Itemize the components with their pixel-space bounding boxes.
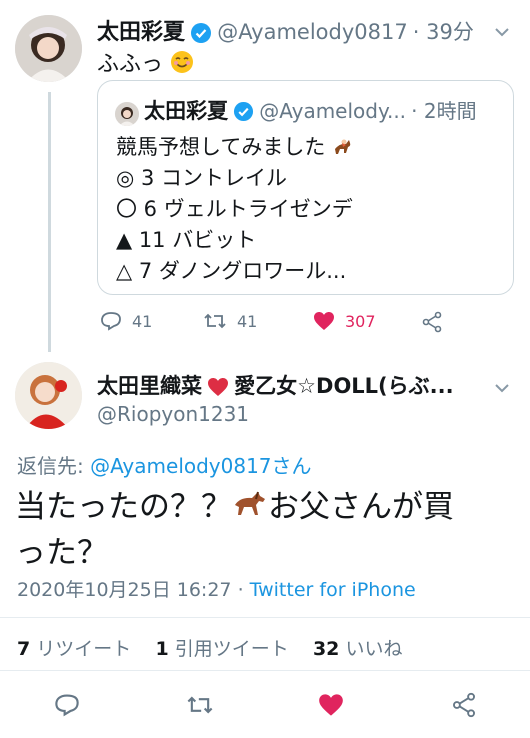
- heart-filled-icon: [314, 312, 334, 330]
- avatar-riopyon[interactable]: [15, 362, 82, 429]
- quoted-line-4: ▲ 11 バビット: [116, 228, 257, 252]
- heart-filled-icon: [319, 694, 343, 716]
- like-count: 307: [345, 311, 376, 331]
- divider: [0, 670, 530, 671]
- avatar-ayamelody[interactable]: [15, 15, 82, 82]
- horse-emoji-icon: [232, 487, 268, 531]
- tweet1-name[interactable]: 太田彩夏: [97, 20, 185, 45]
- retweet-icon: [187, 696, 213, 714]
- reply-header: 太田里織菜 愛乙女☆DOLL(らぶ...: [97, 370, 454, 401]
- reply-text-line1b: お父さんが買: [268, 489, 454, 525]
- quoted-avatar: [115, 101, 139, 126]
- quoted-line-2: ◎ 3 コントレイル: [116, 166, 288, 190]
- share-button[interactable]: [421, 311, 443, 333]
- reply-handle[interactable]: @Riopyon1231: [97, 402, 249, 426]
- retweets-stat[interactable]: 7 リツイート: [17, 638, 131, 660]
- quoted-header: 太田彩夏 @Ayamelody... · 2時間: [115, 95, 477, 126]
- horse-racing-emoji-icon: [332, 135, 354, 162]
- quoted-handle: @Ayamelody...: [259, 99, 407, 123]
- reply-icon: [55, 694, 79, 717]
- quoted-line-1: 競馬予想してみました: [116, 131, 354, 162]
- reply-name-part2[interactable]: 愛乙女☆DOLL(らぶ...: [234, 374, 453, 398]
- share-button[interactable]: [451, 692, 477, 718]
- reply-count: 41: [132, 311, 153, 331]
- reply-name-part1[interactable]: 太田里織菜: [97, 374, 202, 398]
- reply-text-line1: 当たったの？？: [15, 489, 232, 525]
- like-button[interactable]: 307: [313, 311, 376, 331]
- quotes-stat[interactable]: 1 引用ツイート: [155, 638, 288, 660]
- quoted-line-5: △ 7 ダノングロワール...: [116, 259, 347, 283]
- quoted-time: · 2時間: [411, 99, 477, 123]
- verified-icon: [233, 101, 254, 126]
- reply-source-link[interactable]: Twitter for iPhone: [250, 579, 416, 601]
- likes-stat[interactable]: 32 いいね: [313, 638, 403, 660]
- heart-emoji-icon: [207, 377, 229, 401]
- tweet1-text-row: ふふっ: [97, 46, 194, 80]
- quoted-line-3: 〇 6 ヴェルトライゼンデ: [116, 197, 353, 221]
- replying-to: 返信先: @Ayamelody0817さん: [17, 450, 312, 479]
- tweet1-header: 太田彩夏 @Ayamelody0817 · 39分: [97, 14, 474, 48]
- quoted-tweet-card[interactable]: 太田彩夏 @Ayamelody... · 2時間 競馬予想してみました ◎ 3 …: [97, 80, 514, 295]
- divider: [0, 617, 530, 618]
- retweet-button[interactable]: [186, 693, 214, 717]
- meta-separator: ·: [237, 579, 244, 601]
- verified-icon: [190, 22, 212, 48]
- retweet-button[interactable]: 41: [203, 311, 257, 331]
- tweet1-handle[interactable]: @Ayamelody0817: [217, 20, 408, 44]
- like-button[interactable]: [318, 693, 344, 717]
- retweet-count: 41: [237, 311, 258, 331]
- reply-text: 当たったの？？ お父さんが買 った？: [15, 485, 454, 575]
- reply-text-line2: った？: [15, 534, 108, 571]
- replying-to-user-link[interactable]: @Ayamelody0817さん: [90, 454, 311, 478]
- engagement-stats: 7 リツイート 1 引用ツイート 32 いいね: [17, 634, 402, 661]
- retweet-icon: [204, 313, 226, 329]
- tweet1-time[interactable]: · 39分: [413, 20, 474, 44]
- reply-button[interactable]: 41: [100, 311, 152, 331]
- share-icon: [453, 692, 475, 718]
- share-icon: [422, 311, 442, 333]
- chevron-down-icon[interactable]: [494, 378, 510, 397]
- replying-to-label: 返信先:: [17, 454, 84, 478]
- thread-line: [48, 92, 51, 352]
- reply-meta: 2020年10月25日 16:27 · Twitter for iPhone: [17, 575, 416, 602]
- chevron-down-icon[interactable]: [494, 22, 510, 41]
- reply-button[interactable]: [54, 693, 80, 717]
- smiling-face-emoji-icon: [170, 50, 194, 80]
- tweet1-text: ふふっ: [97, 52, 164, 77]
- reply-icon: [101, 312, 121, 331]
- reply-timestamp[interactable]: 2020年10月25日 16:27: [17, 579, 232, 601]
- quoted-name: 太田彩夏: [144, 99, 229, 123]
